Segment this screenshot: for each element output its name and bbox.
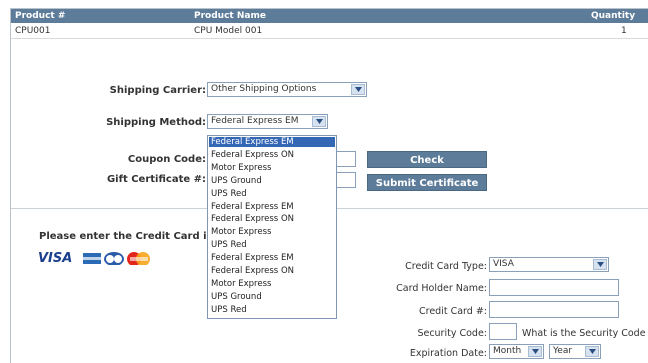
chevron-down-icon bbox=[593, 259, 607, 270]
dropdown-option[interactable]: Federal Express ON bbox=[209, 214, 335, 224]
shipping-method-value: Federal Express EM bbox=[211, 116, 299, 126]
expiration-year-value: Year bbox=[553, 346, 573, 356]
svg-text:VISA: VISA bbox=[38, 251, 72, 265]
table-row: CPU001 CPU Model 001 1 bbox=[11, 23, 648, 39]
expiration-year-select[interactable]: Year bbox=[549, 344, 601, 359]
dropdown-option[interactable]: UPS Red bbox=[209, 240, 335, 250]
check-button[interactable]: Check bbox=[367, 151, 487, 168]
card-type-select[interactable]: VISA bbox=[489, 257, 609, 272]
card-logos: VISA bbox=[38, 251, 150, 265]
dropdown-option[interactable]: Federal Express EM bbox=[209, 137, 335, 147]
dropdown-option[interactable]: Federal Express ON bbox=[209, 266, 335, 276]
coupon-code-label: Coupon Code: bbox=[127, 154, 206, 165]
submit-certificate-button[interactable]: Submit Certificate bbox=[367, 174, 487, 191]
card-holder-label: Card Holder Name: bbox=[396, 283, 487, 294]
security-code-label: Security Code: bbox=[417, 328, 487, 339]
chevron-down-icon bbox=[585, 346, 599, 357]
card-type-label: Credit Card Type: bbox=[405, 261, 487, 272]
diners-logo-icon bbox=[104, 252, 124, 265]
security-code-help-link[interactable]: What is the Security Code bbox=[522, 328, 646, 339]
header-product-name: Product Name bbox=[194, 11, 266, 21]
shipping-method-label: Shipping Method: bbox=[106, 117, 206, 128]
card-holder-input[interactable] bbox=[489, 279, 619, 296]
dropdown-option[interactable]: Motor Express bbox=[209, 227, 335, 237]
chevron-down-icon bbox=[528, 346, 542, 357]
card-number-input[interactable] bbox=[489, 301, 619, 318]
header-quantity: Quantity bbox=[591, 11, 636, 21]
dropdown-option[interactable]: UPS Ground bbox=[209, 292, 335, 302]
shipping-method-dropdown-list[interactable]: Federal Express EM Federal Express ON Moto… bbox=[207, 135, 337, 319]
product-table-header: Product # Product Name Quantity bbox=[11, 9, 648, 23]
dropdown-option[interactable]: UPS Red bbox=[209, 305, 335, 315]
shipping-carrier-select[interactable]: Other Shipping Options bbox=[207, 82, 367, 97]
credit-card-heading: Please enter the Credit Card i bbox=[39, 231, 207, 242]
expiration-date-label: Expiration Date: bbox=[409, 348, 487, 359]
dropdown-option[interactable]: UPS Red bbox=[209, 189, 335, 199]
dropdown-option[interactable]: Federal Express EM bbox=[209, 253, 335, 263]
mastercard-logo-icon bbox=[127, 252, 150, 265]
chevron-down-icon bbox=[351, 84, 365, 95]
dropdown-option[interactable]: Federal Express ON bbox=[209, 150, 335, 160]
expiration-month-value: Month bbox=[493, 346, 522, 356]
expiration-month-select[interactable]: Month bbox=[489, 344, 544, 359]
gift-certificate-label: Gift Certificate #: bbox=[106, 174, 206, 185]
cell-product-no: CPU001 bbox=[15, 26, 51, 36]
header-product-no: Product # bbox=[15, 11, 66, 21]
checkout-panel: Product # Product Name Quantity CPU001 C… bbox=[10, 8, 648, 363]
cell-quantity: 1 bbox=[621, 26, 627, 36]
security-code-input[interactable] bbox=[489, 323, 517, 340]
shipping-carrier-value: Other Shipping Options bbox=[211, 84, 317, 94]
dropdown-option[interactable]: UPS Ground bbox=[209, 176, 335, 186]
dropdown-option[interactable]: Federal Express EM bbox=[209, 202, 335, 212]
cell-product-name: CPU Model 001 bbox=[194, 26, 263, 36]
card-number-label: Credit Card #: bbox=[419, 306, 487, 317]
dropdown-option[interactable]: Motor Express bbox=[209, 279, 335, 289]
card-type-value: VISA bbox=[493, 259, 514, 269]
visa-logo-icon: VISA bbox=[38, 251, 72, 265]
chevron-down-icon bbox=[312, 116, 326, 127]
shipping-carrier-label: Shipping Carrier: bbox=[109, 85, 206, 96]
amex-logo-icon bbox=[83, 253, 101, 264]
dropdown-option[interactable]: Motor Express bbox=[209, 163, 335, 173]
shipping-method-select[interactable]: Federal Express EM bbox=[207, 114, 328, 129]
